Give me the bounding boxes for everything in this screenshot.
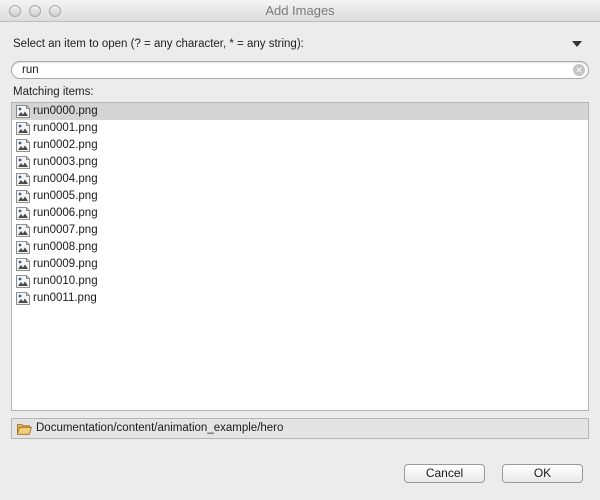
options-menu-arrow-icon[interactable] xyxy=(572,41,582,47)
image-file-icon xyxy=(16,275,30,288)
list-item-label: run0001.png xyxy=(33,122,98,134)
clear-search-icon[interactable]: ✕ xyxy=(573,64,585,76)
matching-items-label: Matching items: xyxy=(13,86,94,98)
list-item-label: run0010.png xyxy=(33,275,98,287)
list-item-label: run0003.png xyxy=(33,156,98,168)
list-item-label: run0004.png xyxy=(33,173,98,185)
image-file-icon xyxy=(16,122,30,135)
matching-items-list[interactable]: run0000.png run0001.png run0002.png run0003… xyxy=(11,102,589,411)
image-file-icon xyxy=(16,105,30,118)
cancel-button[interactable]: Cancel xyxy=(404,464,485,483)
list-item[interactable]: run0009.png xyxy=(12,256,588,273)
list-item[interactable]: run0007.png xyxy=(12,222,588,239)
list-item[interactable]: run0001.png xyxy=(12,120,588,137)
list-item-label: run0009.png xyxy=(33,258,98,270)
search-input[interactable] xyxy=(22,63,562,77)
image-file-icon xyxy=(16,139,30,152)
list-item-label: run0000.png xyxy=(33,105,98,117)
location-path: Documentation/content/animation_example/… xyxy=(36,422,284,434)
list-item-label: run0011.png xyxy=(33,292,97,304)
image-file-icon xyxy=(16,292,30,305)
image-file-icon xyxy=(16,258,30,271)
image-file-icon xyxy=(16,241,30,254)
list-item[interactable]: run0005.png xyxy=(12,188,588,205)
window-title: Add Images xyxy=(265,3,335,18)
add-images-dialog: Add Images Select an item to open (? = a… xyxy=(0,0,600,500)
list-item-label: run0002.png xyxy=(33,139,98,151)
image-file-icon xyxy=(16,207,30,220)
list-item-label: run0005.png xyxy=(33,190,98,202)
search-prompt-label: Select an item to open (? = any characte… xyxy=(13,38,304,50)
image-file-icon xyxy=(16,224,30,237)
list-item[interactable]: run0011.png xyxy=(12,290,588,307)
title-bar[interactable]: Add Images xyxy=(0,0,600,22)
folder-open-icon xyxy=(17,424,32,435)
list-item[interactable]: run0004.png xyxy=(12,171,588,188)
list-item[interactable]: run0000.png xyxy=(12,103,588,120)
ok-button[interactable]: OK xyxy=(502,464,583,483)
list-item[interactable]: run0010.png xyxy=(12,273,588,290)
image-file-icon xyxy=(16,190,30,203)
list-item[interactable]: run0002.png xyxy=(12,137,588,154)
list-item-label: run0007.png xyxy=(33,224,98,236)
image-file-icon xyxy=(16,156,30,169)
list-item[interactable]: run0003.png xyxy=(12,154,588,171)
list-item[interactable]: run0006.png xyxy=(12,205,588,222)
list-item-label: run0006.png xyxy=(33,207,98,219)
search-field[interactable]: ✕ xyxy=(11,61,589,79)
list-item-label: run0008.png xyxy=(33,241,98,253)
location-bar: Documentation/content/animation_example/… xyxy=(11,418,589,439)
image-file-icon xyxy=(16,173,30,186)
list-item[interactable]: run0008.png xyxy=(12,239,588,256)
